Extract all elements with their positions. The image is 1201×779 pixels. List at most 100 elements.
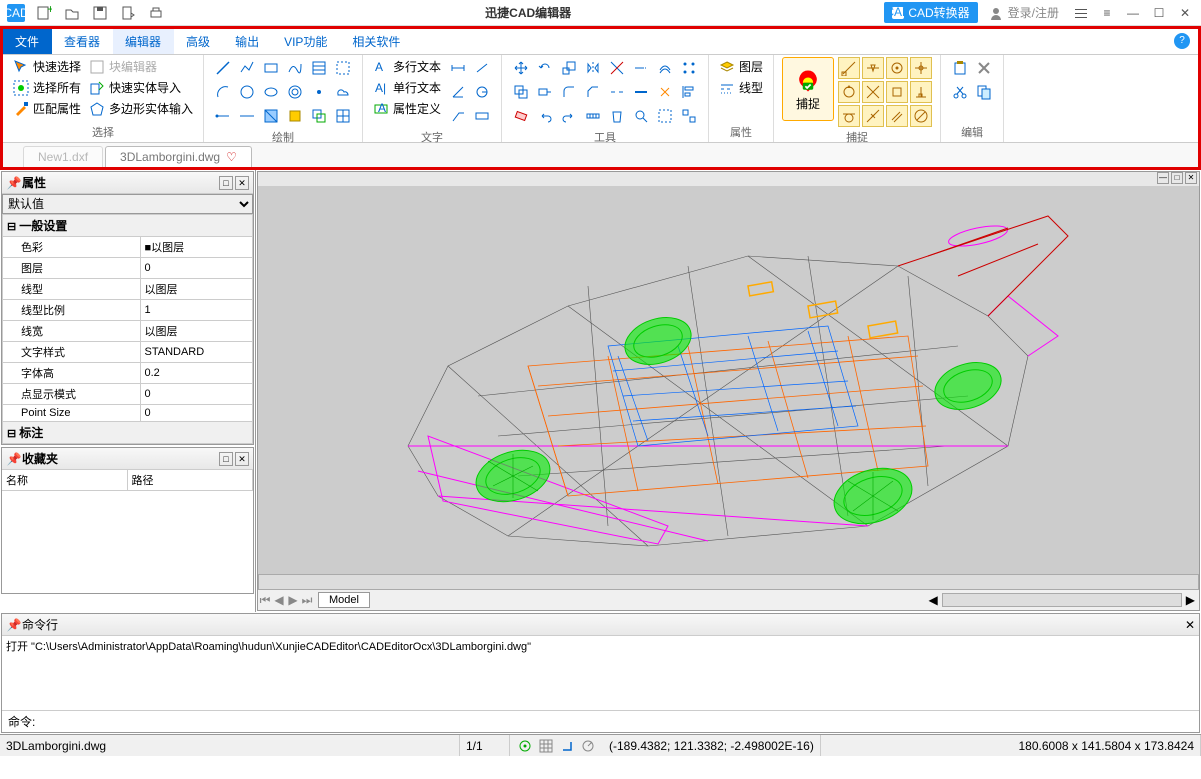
copy-icon[interactable] xyxy=(510,81,532,103)
close-button[interactable]: ✕ xyxy=(1173,3,1197,23)
stretch-icon[interactable] xyxy=(534,81,556,103)
minimize-button[interactable]: — xyxy=(1121,3,1145,23)
point-icon[interactable] xyxy=(308,81,330,103)
snap-node-icon[interactable] xyxy=(910,57,932,79)
ortho-toggle-icon[interactable] xyxy=(558,737,576,755)
panel-close-icon[interactable]: ✕ xyxy=(235,452,249,466)
prop-lscale-val[interactable]: 1 xyxy=(140,300,253,321)
snap-parallel-icon[interactable] xyxy=(886,105,908,127)
panel-close-icon[interactable]: ✕ xyxy=(1185,618,1195,632)
snap-none-icon[interactable] xyxy=(910,105,932,127)
dim-angular-icon[interactable] xyxy=(447,81,469,103)
erase-icon[interactable] xyxy=(510,105,532,127)
fav-col-name[interactable]: 名称 xyxy=(2,470,128,490)
fill-icon[interactable] xyxy=(260,105,282,127)
prop-tstyle-val[interactable]: STANDARD xyxy=(140,342,253,363)
tolerance-icon[interactable] xyxy=(471,105,493,127)
arc-icon[interactable] xyxy=(212,81,234,103)
snap-endpoint-icon[interactable] xyxy=(838,57,860,79)
group-icon[interactable] xyxy=(654,105,676,127)
app-logo-icon[interactable]: CAD xyxy=(4,3,28,23)
ray-icon[interactable] xyxy=(212,105,234,127)
snap-quadrant-icon[interactable] xyxy=(838,81,860,103)
hatch-icon[interactable] xyxy=(308,57,330,79)
nav-prev-icon[interactable]: ◀ xyxy=(272,593,286,608)
scroll-right-icon[interactable]: ▶ xyxy=(1182,593,1199,607)
tab-output[interactable]: 输出 xyxy=(223,29,272,54)
move-icon[interactable] xyxy=(510,57,532,79)
dim-radius-icon[interactable] xyxy=(471,81,493,103)
view-restore-icon[interactable]: □ xyxy=(1171,172,1183,184)
snap-tangent-icon[interactable] xyxy=(838,105,860,127)
align-icon[interactable] xyxy=(678,81,700,103)
panel-close-icon[interactable]: ✕ xyxy=(235,176,249,190)
grid-toggle-icon[interactable] xyxy=(537,737,555,755)
polyline-icon[interactable] xyxy=(236,57,258,79)
snap-midpoint-icon[interactable] xyxy=(862,57,884,79)
copy-clip-icon[interactable] xyxy=(973,81,995,103)
snap-center-icon[interactable] xyxy=(886,57,908,79)
dim-aligned-icon[interactable] xyxy=(471,57,493,79)
undo-icon[interactable] xyxy=(534,105,556,127)
block-editor-button[interactable]: 块编辑器 xyxy=(87,57,195,76)
tab-related[interactable]: 相关软件 xyxy=(340,29,413,54)
horizontal-scrollbar[interactable] xyxy=(258,574,1199,590)
line-icon[interactable] xyxy=(212,57,234,79)
command-input[interactable] xyxy=(39,713,1197,730)
ungroup-icon[interactable] xyxy=(678,105,700,127)
attrdef-button[interactable]: A属性定义 xyxy=(371,99,443,118)
help-icon[interactable]: ? xyxy=(1174,33,1190,49)
panel-maximize-icon[interactable]: □ xyxy=(219,176,233,190)
break-icon[interactable] xyxy=(606,81,628,103)
spline-icon[interactable] xyxy=(284,57,306,79)
rotate-icon[interactable] xyxy=(534,57,556,79)
section-general[interactable]: ⊟ 一般设置 xyxy=(3,215,253,237)
print-icon[interactable] xyxy=(144,3,168,23)
drawing-canvas[interactable] xyxy=(258,186,1199,574)
trim-icon[interactable] xyxy=(606,57,628,79)
view-min-icon[interactable]: — xyxy=(1157,172,1169,184)
mtext-button[interactable]: A多行文本 xyxy=(371,57,443,76)
command-header[interactable]: 📌 命令行 ✕ xyxy=(2,614,1199,636)
chamfer-icon[interactable] xyxy=(582,81,604,103)
menu-icon[interactable] xyxy=(1069,3,1093,23)
select-all-button[interactable]: 选择所有 xyxy=(11,78,83,97)
array-icon[interactable] xyxy=(678,57,700,79)
nav-last-icon[interactable]: ⏭ xyxy=(300,593,314,608)
settings-icon[interactable]: ≡ xyxy=(1095,3,1119,23)
snap-nearest-icon[interactable] xyxy=(862,105,884,127)
file-tab-2[interactable]: 3DLamborgini.dwg♡ xyxy=(105,146,252,167)
offset-icon[interactable] xyxy=(654,57,676,79)
leader-icon[interactable] xyxy=(447,105,469,127)
tab-advanced[interactable]: 高级 xyxy=(174,29,223,54)
snap-insert-icon[interactable] xyxy=(886,81,908,103)
fillet-icon[interactable] xyxy=(558,81,580,103)
prop-pmode-val[interactable]: 0 xyxy=(140,384,253,405)
polygon-input-button[interactable]: 多边形实体输入 xyxy=(87,99,195,118)
prop-theight-val[interactable]: 0.2 xyxy=(140,363,253,384)
close-tab-icon[interactable]: ♡ xyxy=(226,150,237,164)
rect-icon[interactable] xyxy=(260,57,282,79)
linetype-button[interactable]: 线型 xyxy=(717,78,765,97)
mirror-icon[interactable] xyxy=(582,57,604,79)
prop-layer-val[interactable]: 0 xyxy=(140,258,253,279)
delete-icon[interactable] xyxy=(973,57,995,79)
tab-file[interactable]: 文件 xyxy=(3,29,52,54)
stext-button[interactable]: A|单行文本 xyxy=(371,78,443,97)
snap-perp-icon[interactable] xyxy=(910,81,932,103)
tab-viewer[interactable]: 查看器 xyxy=(52,29,113,54)
new-icon[interactable]: + xyxy=(32,3,56,23)
purge-icon[interactable] xyxy=(606,105,628,127)
properties-header[interactable]: 📌 属性 □ ✕ xyxy=(2,172,253,194)
panel-maximize-icon[interactable]: □ xyxy=(219,452,233,466)
fav-col-path[interactable]: 路径 xyxy=(128,470,254,490)
block-icon[interactable] xyxy=(284,105,306,127)
match-props-button[interactable]: 匹配属性 xyxy=(11,99,83,118)
nav-first-icon[interactable]: ⏮ xyxy=(258,593,272,608)
model-tab[interactable]: Model xyxy=(318,592,370,608)
xline-icon[interactable] xyxy=(236,105,258,127)
pin-icon[interactable]: 📌 xyxy=(6,451,22,467)
cloud-icon[interactable] xyxy=(332,81,354,103)
redo-icon[interactable] xyxy=(558,105,580,127)
donut-icon[interactable] xyxy=(284,81,306,103)
